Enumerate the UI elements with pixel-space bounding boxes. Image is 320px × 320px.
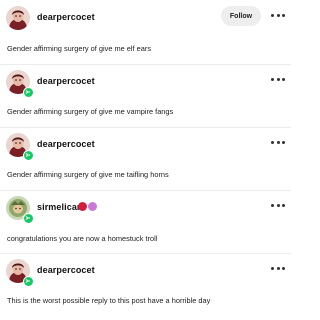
reply-post: sirmelican congratulations you are now a… [0, 190, 291, 253]
red-circle-emoji-icon [78, 202, 87, 211]
username[interactable]: dearpercocet [37, 76, 95, 86]
more-options-icon[interactable] [271, 264, 285, 272]
reply-badge-icon [23, 213, 34, 224]
reply-feed: dearpercocet Follow Gender affirming sur… [0, 0, 291, 320]
reply-post: dearpercocet This is the worst possible … [0, 253, 291, 320]
reply-badge-icon [23, 276, 34, 287]
reply-badge-icon [23, 87, 34, 98]
post-header: dearpercocet Follow [6, 6, 285, 34]
purple-sticker-emoji-icon [88, 202, 97, 211]
reply-badge-icon [23, 150, 34, 161]
reply-text: Gender affirming surgery of give me taif… [7, 170, 169, 179]
reply-text: Gender affirming surgery of give me vamp… [7, 107, 174, 116]
more-options-icon[interactable] [271, 138, 285, 146]
username[interactable]: sirmelican [37, 202, 83, 212]
more-options-icon[interactable] [271, 75, 285, 83]
reply-post: dearpercocet Gender affirming surgery of… [0, 64, 291, 127]
more-options-icon[interactable] [271, 11, 285, 19]
avatar[interactable] [6, 6, 30, 30]
post-header: dearpercocet [6, 259, 285, 287]
follow-button[interactable]: Follow [221, 6, 261, 26]
reply-post: dearpercocet Gender affirming surgery of… [0, 127, 291, 190]
username[interactable]: dearpercocet [37, 265, 95, 275]
reply-text: congratulations you are now a homestuck … [7, 234, 158, 243]
reply-text: This is the worst possible reply to this… [7, 296, 211, 305]
reply-post: dearpercocet Follow Gender affirming sur… [0, 0, 291, 64]
post-header: sirmelican [6, 196, 285, 224]
post-header: dearpercocet [6, 133, 285, 161]
post-header: dearpercocet [6, 70, 285, 98]
more-options-icon[interactable] [271, 201, 285, 209]
username[interactable]: dearpercocet [37, 139, 95, 149]
reply-text: Gender affirming surgery of give me elf … [7, 44, 152, 53]
username[interactable]: dearpercocet [37, 12, 95, 22]
